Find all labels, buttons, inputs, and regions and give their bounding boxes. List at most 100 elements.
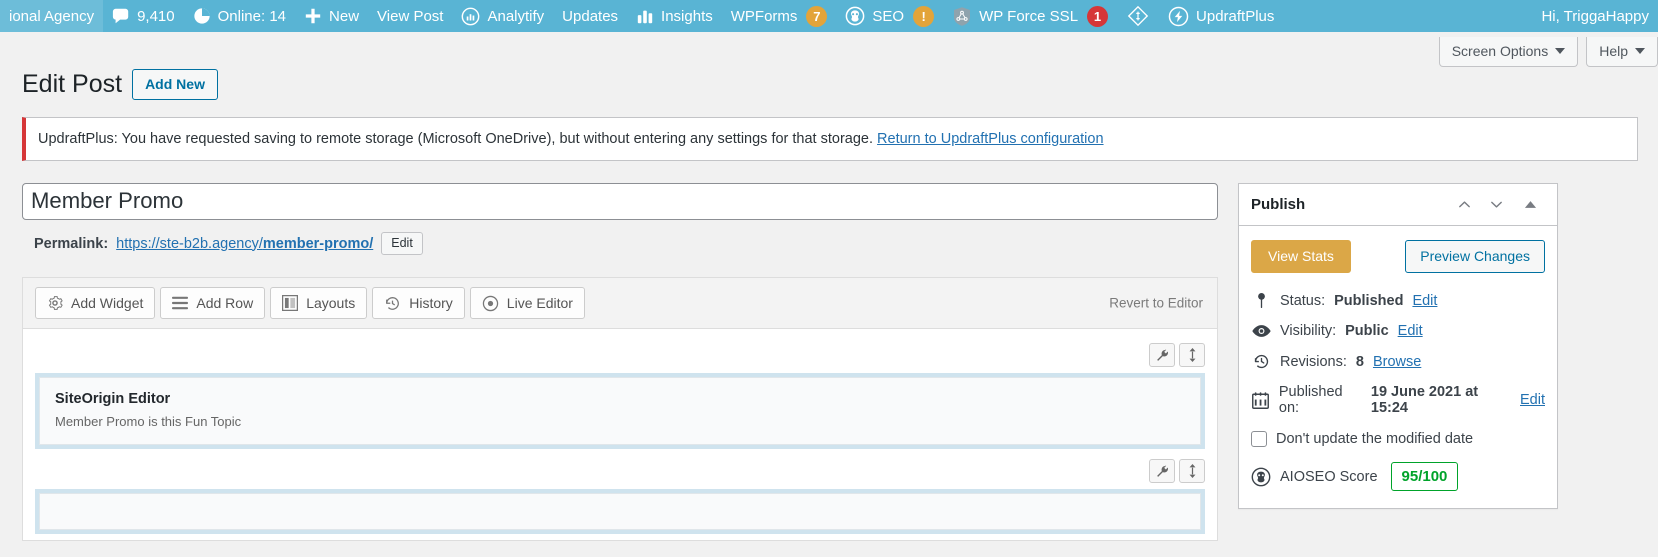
move-up-icon[interactable]: [1449, 189, 1479, 219]
builder-widget[interactable]: [39, 493, 1201, 530]
adminbar-new[interactable]: New: [295, 0, 368, 32]
post-title-input[interactable]: [22, 183, 1218, 221]
adminbar-wpforms-label: WPForms: [731, 9, 798, 24]
move-down-icon[interactable]: [1481, 189, 1511, 219]
layouts-label: Layouts: [306, 294, 355, 312]
pie-chart-icon: [193, 7, 211, 25]
view-stats-button[interactable]: View Stats: [1251, 240, 1351, 274]
adminbar-analytify[interactable]: Analytify: [452, 0, 553, 32]
bar-chart-icon: [636, 7, 654, 25]
revisions-value: 8: [1356, 354, 1364, 370]
status-edit-link[interactable]: Edit: [1412, 293, 1437, 309]
adminbar-site-name[interactable]: ional Agency: [0, 0, 103, 32]
adminbar-updates[interactable]: Updates: [553, 0, 627, 32]
move-icon[interactable]: [1179, 459, 1205, 483]
notice-text: UpdraftPlus: You have requested saving t…: [38, 131, 873, 147]
eye-icon: [1251, 324, 1271, 338]
adminbar-comments[interactable]: 9,410: [103, 0, 184, 32]
published-on-edit-link[interactable]: Edit: [1520, 392, 1545, 408]
visibility-label: Visibility:: [1280, 323, 1336, 339]
screen-options-label: Screen Options: [1452, 43, 1549, 59]
builder-widget-cell[interactable]: [35, 489, 1205, 534]
page-builder-toolbar: Add Widget Add Row Layou: [23, 278, 1217, 329]
diamond-icon: [1126, 4, 1150, 28]
live-editor-button[interactable]: Live Editor: [470, 287, 585, 319]
layouts-button[interactable]: Layouts: [270, 287, 367, 319]
adminbar-updraftplus[interactable]: UpdraftPlus: [1159, 0, 1283, 32]
seo-gear-icon: [845, 6, 865, 26]
builder-row-tools: [35, 455, 1205, 489]
pin-icon: [1251, 292, 1271, 309]
adminbar-view-post-label: View Post: [377, 9, 443, 24]
preview-changes-button[interactable]: Preview Changes: [1405, 240, 1545, 274]
layout-icon: [282, 295, 298, 311]
history-button[interactable]: History: [372, 287, 465, 319]
adminbar-view-post[interactable]: View Post: [368, 0, 452, 32]
edit-permalink-button[interactable]: Edit: [381, 232, 423, 255]
widget-title: SiteOrigin Editor: [55, 391, 1185, 407]
move-icon[interactable]: [1179, 343, 1205, 367]
screen-options-button[interactable]: Screen Options: [1439, 37, 1579, 67]
dont-update-modified-date-label: Don't update the modified date: [1276, 431, 1473, 447]
adminbar-account[interactable]: Hi, TriggaHappy: [1532, 0, 1658, 32]
toggle-panel-icon[interactable]: [1515, 189, 1545, 219]
screen-meta-bar: Screen Options Help: [0, 32, 1658, 62]
add-widget-button[interactable]: Add Widget: [35, 287, 155, 319]
published-on-value: 19 June 2021 at 15:24: [1371, 384, 1511, 416]
adminbar-wp-force-ssl-bubble: 1: [1087, 6, 1108, 27]
adminbar-online[interactable]: Online: 14: [184, 0, 295, 32]
adminbar-account-label: Hi, TriggaHappy: [1541, 9, 1649, 24]
adminbar-insights-label: Insights: [661, 9, 713, 24]
permalink-slug: member-promo/: [263, 236, 373, 252]
adminbar-diamond-plugin[interactable]: [1117, 0, 1159, 32]
notice-link[interactable]: Return to UpdraftPlus configuration: [877, 131, 1104, 147]
calendar-icon: [1251, 392, 1270, 409]
adminbar-seo[interactable]: SEO !: [836, 0, 943, 32]
comment-icon: [112, 7, 130, 25]
gear-icon: [47, 295, 63, 311]
chevron-down-icon: [1635, 48, 1645, 54]
publish-box: Publish View Stats: [1238, 183, 1558, 510]
clock-icon: [1251, 353, 1271, 370]
post-body-content: Permalink: https://ste-b2b.agency/member…: [22, 183, 1218, 542]
revert-to-editor-link[interactable]: Revert to Editor: [1109, 296, 1203, 311]
publish-revisions-row: Revisions: 8 Browse: [1249, 346, 1547, 377]
help-button[interactable]: Help: [1586, 37, 1658, 67]
aioseo-icon: [1251, 467, 1271, 487]
adminbar-wpforms-bubble: 7: [806, 6, 827, 27]
builder-widget-cell[interactable]: SiteOrigin Editor Member Promo is this F…: [35, 373, 1205, 449]
adminbar-wpforms[interactable]: WPForms 7: [722, 0, 837, 32]
builder-widget[interactable]: SiteOrigin Editor Member Promo is this F…: [39, 377, 1201, 445]
published-on-label: Published on:: [1279, 384, 1362, 416]
revisions-browse-link[interactable]: Browse: [1373, 354, 1421, 370]
rows-icon: [172, 296, 188, 310]
page-wrap: Edit Post Add New UpdraftPlus: You have …: [0, 62, 1658, 541]
add-new-button[interactable]: Add New: [132, 69, 218, 100]
add-widget-label: Add Widget: [71, 294, 143, 312]
permalink-base: https://ste-b2b.agency/: [116, 236, 263, 252]
dont-update-modified-date-checkbox[interactable]: [1251, 431, 1267, 447]
page-header: Edit Post Add New: [22, 62, 1638, 101]
add-row-button[interactable]: Add Row: [160, 287, 265, 319]
adminbar-insights[interactable]: Insights: [627, 0, 722, 32]
visibility-value: Public: [1345, 323, 1389, 339]
builder-row: SiteOrigin Editor Member Promo is this F…: [35, 339, 1205, 449]
adminbar-updates-label: Updates: [562, 9, 618, 24]
visibility-edit-link[interactable]: Edit: [1398, 323, 1423, 339]
page-title: Edit Post: [22, 68, 122, 101]
history-icon: [384, 295, 401, 312]
wrench-icon[interactable]: [1149, 343, 1175, 367]
adminbar-wp-force-ssl[interactable]: WP Force SSL 1: [943, 0, 1117, 32]
adminbar-new-label: New: [329, 9, 359, 24]
permalink-label: Permalink:: [34, 236, 108, 252]
aioseo-score-row: AIOSEO Score 95/100: [1249, 455, 1547, 498]
shield-icon: [952, 6, 972, 27]
admin-bar: ional Agency 9,410 Online: 14 New View P…: [0, 0, 1658, 32]
status-value: Published: [1334, 293, 1403, 309]
bolt-icon: [1168, 6, 1189, 27]
adminbar-comments-count: 9,410: [137, 9, 175, 24]
wrench-icon[interactable]: [1149, 459, 1175, 483]
analytify-icon: [461, 7, 480, 26]
adminbar-seo-bubble: !: [913, 6, 934, 27]
permalink-link[interactable]: https://ste-b2b.agency/member-promo/: [116, 236, 373, 252]
